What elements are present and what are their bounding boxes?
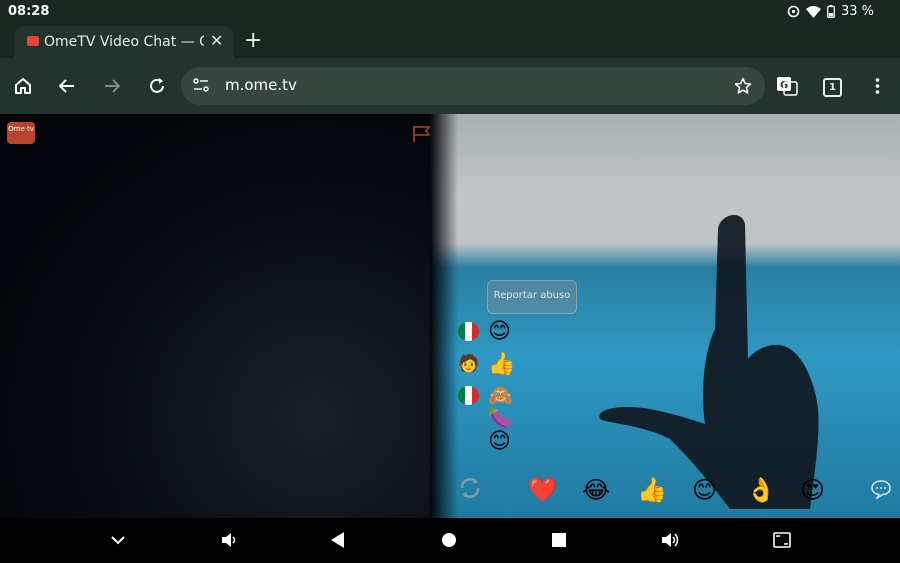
home-icon[interactable]	[13, 76, 33, 96]
tab-switcher-button[interactable]: 1	[823, 78, 842, 97]
wifi-icon	[805, 5, 821, 18]
chat-message: 🙈🍆	[488, 383, 513, 429]
chat-message: 👍	[488, 352, 516, 377]
tab-strip: OmeTV Video Chat — Omegle ✕ +	[0, 24, 900, 58]
new-tab-button[interactable]: +	[244, 28, 262, 53]
tab-title: OmeTV Video Chat — Omegle	[44, 34, 204, 50]
reaction-laugh[interactable]: 😂	[582, 476, 610, 504]
local-video	[0, 114, 450, 518]
back-triangle-icon[interactable]	[330, 531, 346, 549]
reaction-smile[interactable]: 😊	[692, 476, 717, 504]
reaction-heart-eyes[interactable]: 😍	[800, 476, 825, 504]
status-icons: 33 %	[787, 4, 874, 19]
translate-icon[interactable]: G	[776, 76, 798, 96]
bookmark-star-icon[interactable]	[734, 77, 752, 95]
address-bar[interactable]: m.ome.tv	[181, 67, 765, 105]
report-abuse-button[interactable]: Reportar abuso	[487, 280, 577, 314]
ometv-logo: Ome tv	[7, 122, 35, 144]
back-icon[interactable]	[57, 76, 77, 96]
chat-message: 😊	[488, 429, 511, 454]
mexico-flag-icon	[458, 322, 479, 341]
more-options-icon[interactable]	[875, 78, 880, 94]
volume-down-icon[interactable]	[220, 532, 238, 548]
user-avatar-icon: 🧑	[458, 354, 480, 374]
video-chat-area: Ome tv Reportar abuso 😊 🧑 👍 🙈🍆 😊 ❤️ 😂 👍 …	[0, 114, 900, 518]
reaction-thumbs-up[interactable]: 👍	[637, 476, 667, 504]
battery-percent: 33 %	[840, 4, 874, 19]
status-bar: 08:28 33 %	[0, 0, 900, 24]
tab-ometv[interactable]: OmeTV Video Chat — Omegle ✕	[14, 26, 234, 58]
system-navigation-bar	[0, 518, 900, 563]
recents-square-icon[interactable]	[552, 533, 566, 547]
chat-message: 😊	[488, 319, 511, 344]
next-partner-icon[interactable]	[456, 474, 484, 502]
rotate-screen-icon[interactable]	[772, 531, 792, 549]
data-saver-icon	[787, 5, 800, 18]
reaction-heart[interactable]: ❤️	[528, 476, 558, 504]
forward-icon[interactable]	[102, 76, 122, 96]
site-settings-icon[interactable]	[193, 78, 209, 92]
volume-up-icon[interactable]	[660, 531, 680, 549]
close-tab-icon[interactable]: ✕	[210, 31, 223, 50]
reload-icon[interactable]	[147, 76, 167, 96]
chevron-down-icon[interactable]	[110, 534, 126, 546]
browser-toolbar: m.ome.tv G 1	[0, 58, 900, 114]
url-text[interactable]: m.ome.tv	[225, 76, 297, 94]
home-circle-icon[interactable]	[441, 532, 457, 548]
hand-silhouette	[599, 214, 819, 509]
remote-video	[430, 114, 900, 518]
chat-bubble-icon[interactable]	[870, 479, 892, 499]
status-time: 08:28	[8, 4, 50, 19]
ometv-favicon-icon	[27, 36, 39, 46]
report-flag-icon[interactable]	[412, 125, 432, 143]
battery-icon	[827, 5, 835, 18]
mexico-flag-icon	[458, 386, 479, 405]
reaction-ok-hand[interactable]: 👌	[746, 476, 776, 504]
